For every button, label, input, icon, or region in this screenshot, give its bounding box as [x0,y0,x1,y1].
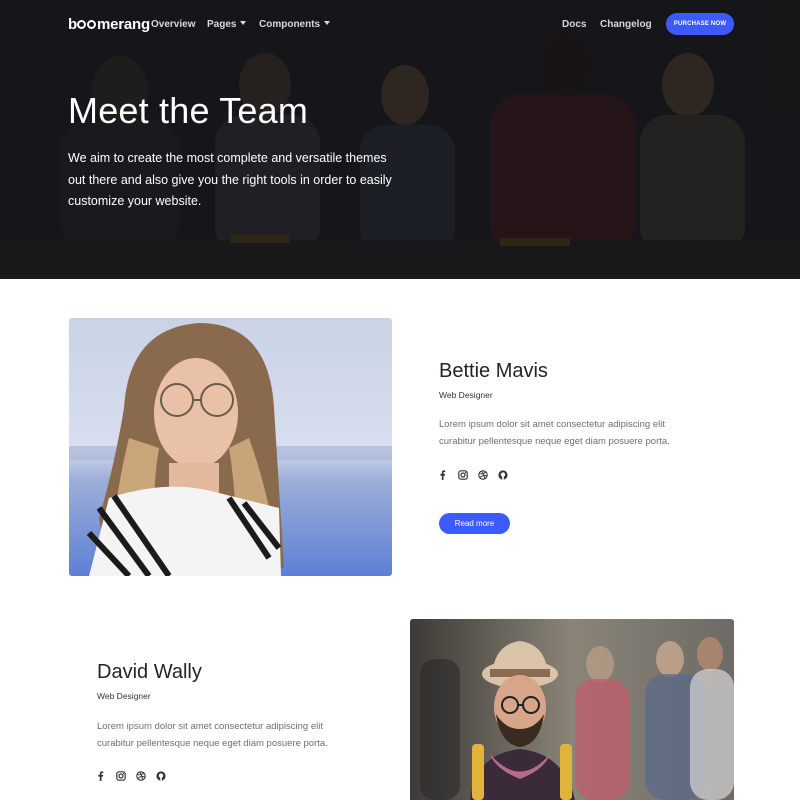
nav-changelog[interactable]: Changelog [600,19,652,30]
chevron-down-icon [324,21,331,25]
brand-ring-icon [87,20,97,29]
member-role: Web Designer [439,390,493,400]
nav-components[interactable]: Components [259,19,331,30]
nav-pages[interactable]: Pages [207,19,247,30]
nav-docs[interactable]: Docs [562,19,586,30]
purchase-now-button[interactable]: PURCHASE NOW [666,13,734,35]
hero-section: b merang Overview Pages Components Docs C… [0,0,800,279]
github-icon[interactable] [155,770,166,781]
member-role: Web Designer [97,691,151,701]
chevron-down-icon [240,21,247,25]
member-name: David Wally [97,661,202,683]
facebook-icon[interactable] [95,770,106,781]
nav-components-label: Components [259,19,321,30]
member-photo-david [410,619,734,800]
dribbble-icon[interactable] [477,469,488,480]
social-links [95,770,166,781]
instagram-icon[interactable] [457,469,468,480]
member-bio: Lorem ipsum dolor sit amet consectetur a… [97,721,328,749]
page-title: Meet the Team [68,90,309,131]
brand-logo[interactable]: b merang [68,16,150,33]
dribbble-icon[interactable] [135,770,146,781]
brand-text: merang [96,16,150,33]
nav-pages-label: Pages [207,19,237,30]
brand-text: b [68,16,77,33]
portrait-image [410,619,734,800]
member-name: Bettie Mavis [439,360,548,382]
member-bio: Lorem ipsum dolor sit amet consectetur a… [439,419,670,447]
member-photo-bettie [69,318,392,576]
top-navbar: b merang Overview Pages Components Docs C… [0,0,800,50]
brand-ring-icon [77,20,87,29]
social-links [437,469,508,480]
hero-description: We aim to create the most complete and v… [68,151,392,208]
read-more-button[interactable]: Read more [439,513,510,534]
portrait-image [69,318,392,576]
instagram-icon[interactable] [115,770,126,781]
github-icon[interactable] [497,469,508,480]
facebook-icon[interactable] [437,469,448,480]
nav-overview[interactable]: Overview [151,19,195,30]
